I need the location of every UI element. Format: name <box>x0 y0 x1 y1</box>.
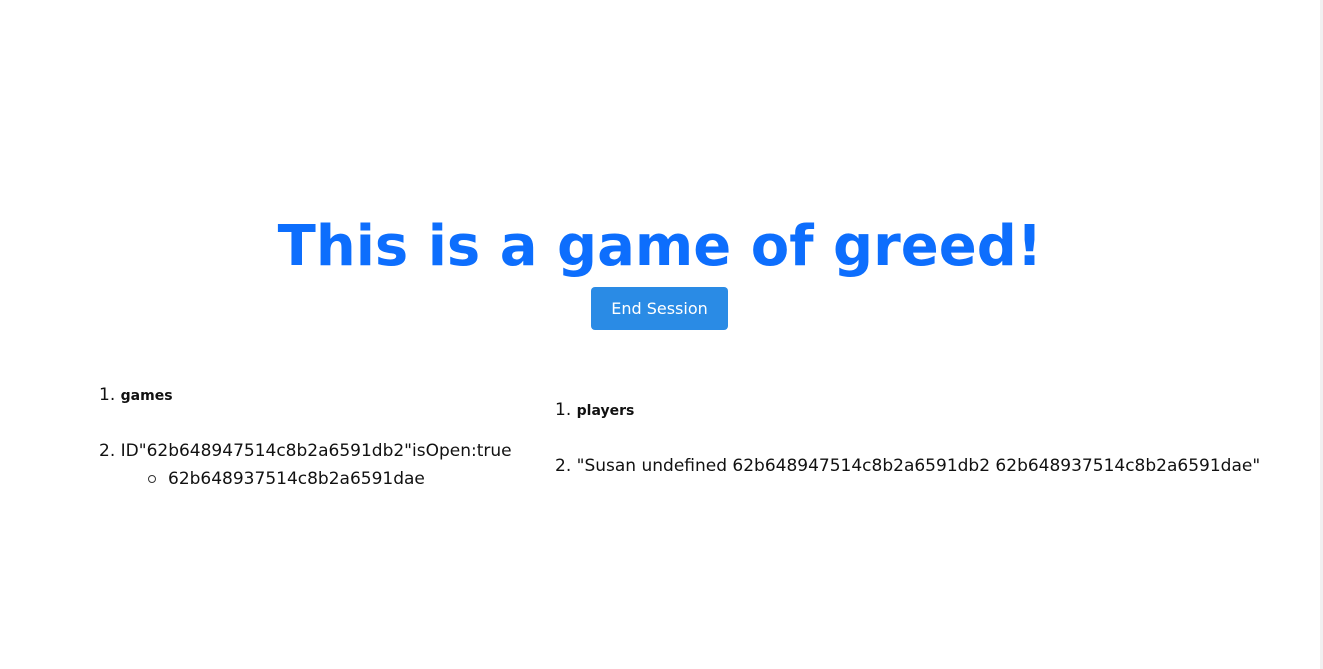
list-item: 62b648937514c8b2a6591dae <box>148 466 539 492</box>
games-heading: games <box>120 388 173 404</box>
list-item: 2. "Susan undefined 62b648947514c8b2a659… <box>555 453 1315 479</box>
page-title: This is a game of greed! <box>277 214 1043 279</box>
game-players-sublist: 62b648937514c8b2a6591dae <box>99 466 539 492</box>
list-item: 1. games <box>99 382 539 438</box>
game-entry: ID"62b648947514c8b2a6591db2"isOpen:true <box>120 441 512 461</box>
list-number: 1. <box>99 385 116 405</box>
games-list: 1. games 2. ID"62b648947514c8b2a6591db2"… <box>99 382 539 492</box>
players-heading: players <box>576 403 635 419</box>
list-number: 1. <box>555 400 572 420</box>
player-id: 62b648937514c8b2a6591dae <box>168 469 425 489</box>
end-session-button[interactable]: End Session <box>591 287 728 330</box>
circle-bullet-icon <box>148 475 156 483</box>
player-entry: "Susan undefined 62b648947514c8b2a6591db… <box>576 456 1261 476</box>
list-item: 1. players <box>555 397 1315 453</box>
list-item: 2. ID"62b648947514c8b2a6591db2"isOpen:tr… <box>99 438 539 492</box>
list-number: 2. <box>555 456 572 476</box>
list-number: 2. <box>99 441 116 461</box>
players-list: 1. players 2. "Susan undefined 62b648947… <box>555 397 1315 479</box>
page: This is a game of greed! End Session 1. … <box>0 0 1323 669</box>
